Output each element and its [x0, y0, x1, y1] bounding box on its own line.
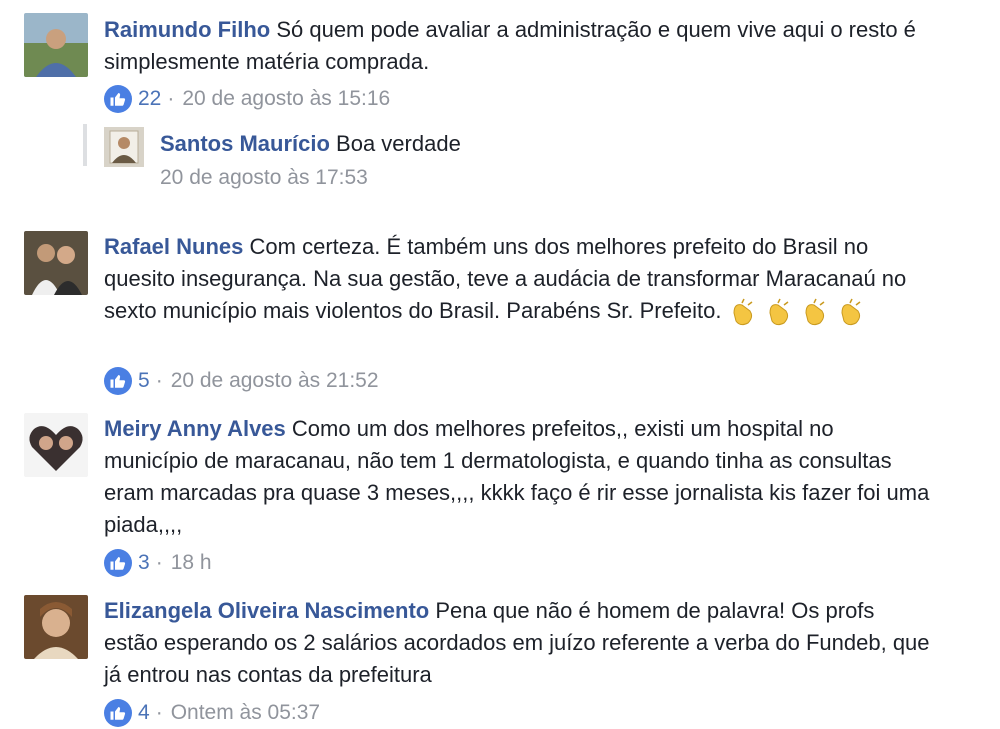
- comment-meta: 4 · Ontem às 05:37: [104, 698, 320, 728]
- like-icon[interactable]: [104, 699, 132, 727]
- like-icon[interactable]: [104, 367, 132, 395]
- avatar-photo: [24, 231, 88, 295]
- clapping-hands-icon: [841, 298, 861, 326]
- avatar[interactable]: [24, 231, 88, 295]
- avatar-photo: [24, 413, 88, 477]
- comment-body: Rafael Nunes Com certeza. É também uns d…: [104, 231, 930, 327]
- like-count[interactable]: 22: [138, 87, 161, 111]
- comment-meta: 22 · 20 de agosto às 15:16: [104, 84, 390, 114]
- like-count[interactable]: 3: [138, 551, 150, 575]
- separator: ·: [155, 551, 163, 574]
- reply-timestamp[interactable]: 20 de agosto às 17:53: [160, 166, 368, 190]
- comment-author[interactable]: Raimundo Filho: [104, 17, 270, 42]
- reply-body: Santos Maurício Boa verdade: [160, 128, 461, 160]
- comment-body: Elizangela Oliveira Nascimento Pena que …: [104, 595, 930, 691]
- comment-body: Raimundo Filho Só quem pode avaliar a ad…: [104, 14, 930, 78]
- comment-author[interactable]: Rafael Nunes: [104, 234, 243, 259]
- separator: ·: [155, 369, 163, 392]
- reply-text: Boa verdade: [336, 131, 461, 156]
- comment-author[interactable]: Meiry Anny Alves: [104, 416, 286, 441]
- separator: ·: [167, 87, 175, 110]
- comment-author[interactable]: Elizangela Oliveira Nascimento: [104, 598, 429, 623]
- clapping-hands-icon: [769, 298, 789, 326]
- comment-timestamp[interactable]: 20 de agosto às 21:52: [171, 369, 379, 393]
- clapping-hands-icon: [805, 298, 825, 326]
- clapping-hands-icon: [733, 298, 753, 326]
- separator: ·: [155, 701, 163, 724]
- reply-author[interactable]: Santos Maurício: [160, 131, 330, 156]
- avatar[interactable]: [24, 13, 88, 77]
- avatar-photo: [24, 595, 88, 659]
- comment-meta: 5 · 20 de agosto às 21:52: [104, 366, 379, 396]
- like-icon[interactable]: [104, 85, 132, 113]
- comment-timestamp[interactable]: Ontem às 05:37: [171, 701, 320, 725]
- avatar-photo: [24, 13, 88, 77]
- comment-timestamp[interactable]: 20 de agosto às 15:16: [182, 87, 390, 111]
- emoji-group: [728, 298, 866, 326]
- avatar[interactable]: [24, 595, 88, 659]
- comment-meta: 3 · 18 h: [104, 548, 212, 578]
- reply-avatar-photo: [104, 127, 144, 167]
- like-icon[interactable]: [104, 549, 132, 577]
- like-count[interactable]: 5: [138, 369, 150, 393]
- comment-timestamp[interactable]: 18 h: [171, 551, 212, 575]
- avatar[interactable]: [24, 413, 88, 477]
- like-count[interactable]: 4: [138, 701, 150, 725]
- reply-avatar[interactable]: [104, 127, 144, 167]
- comment-body: Meiry Anny Alves Como um dos melhores pr…: [104, 413, 930, 541]
- reply-thread-line: [83, 124, 87, 166]
